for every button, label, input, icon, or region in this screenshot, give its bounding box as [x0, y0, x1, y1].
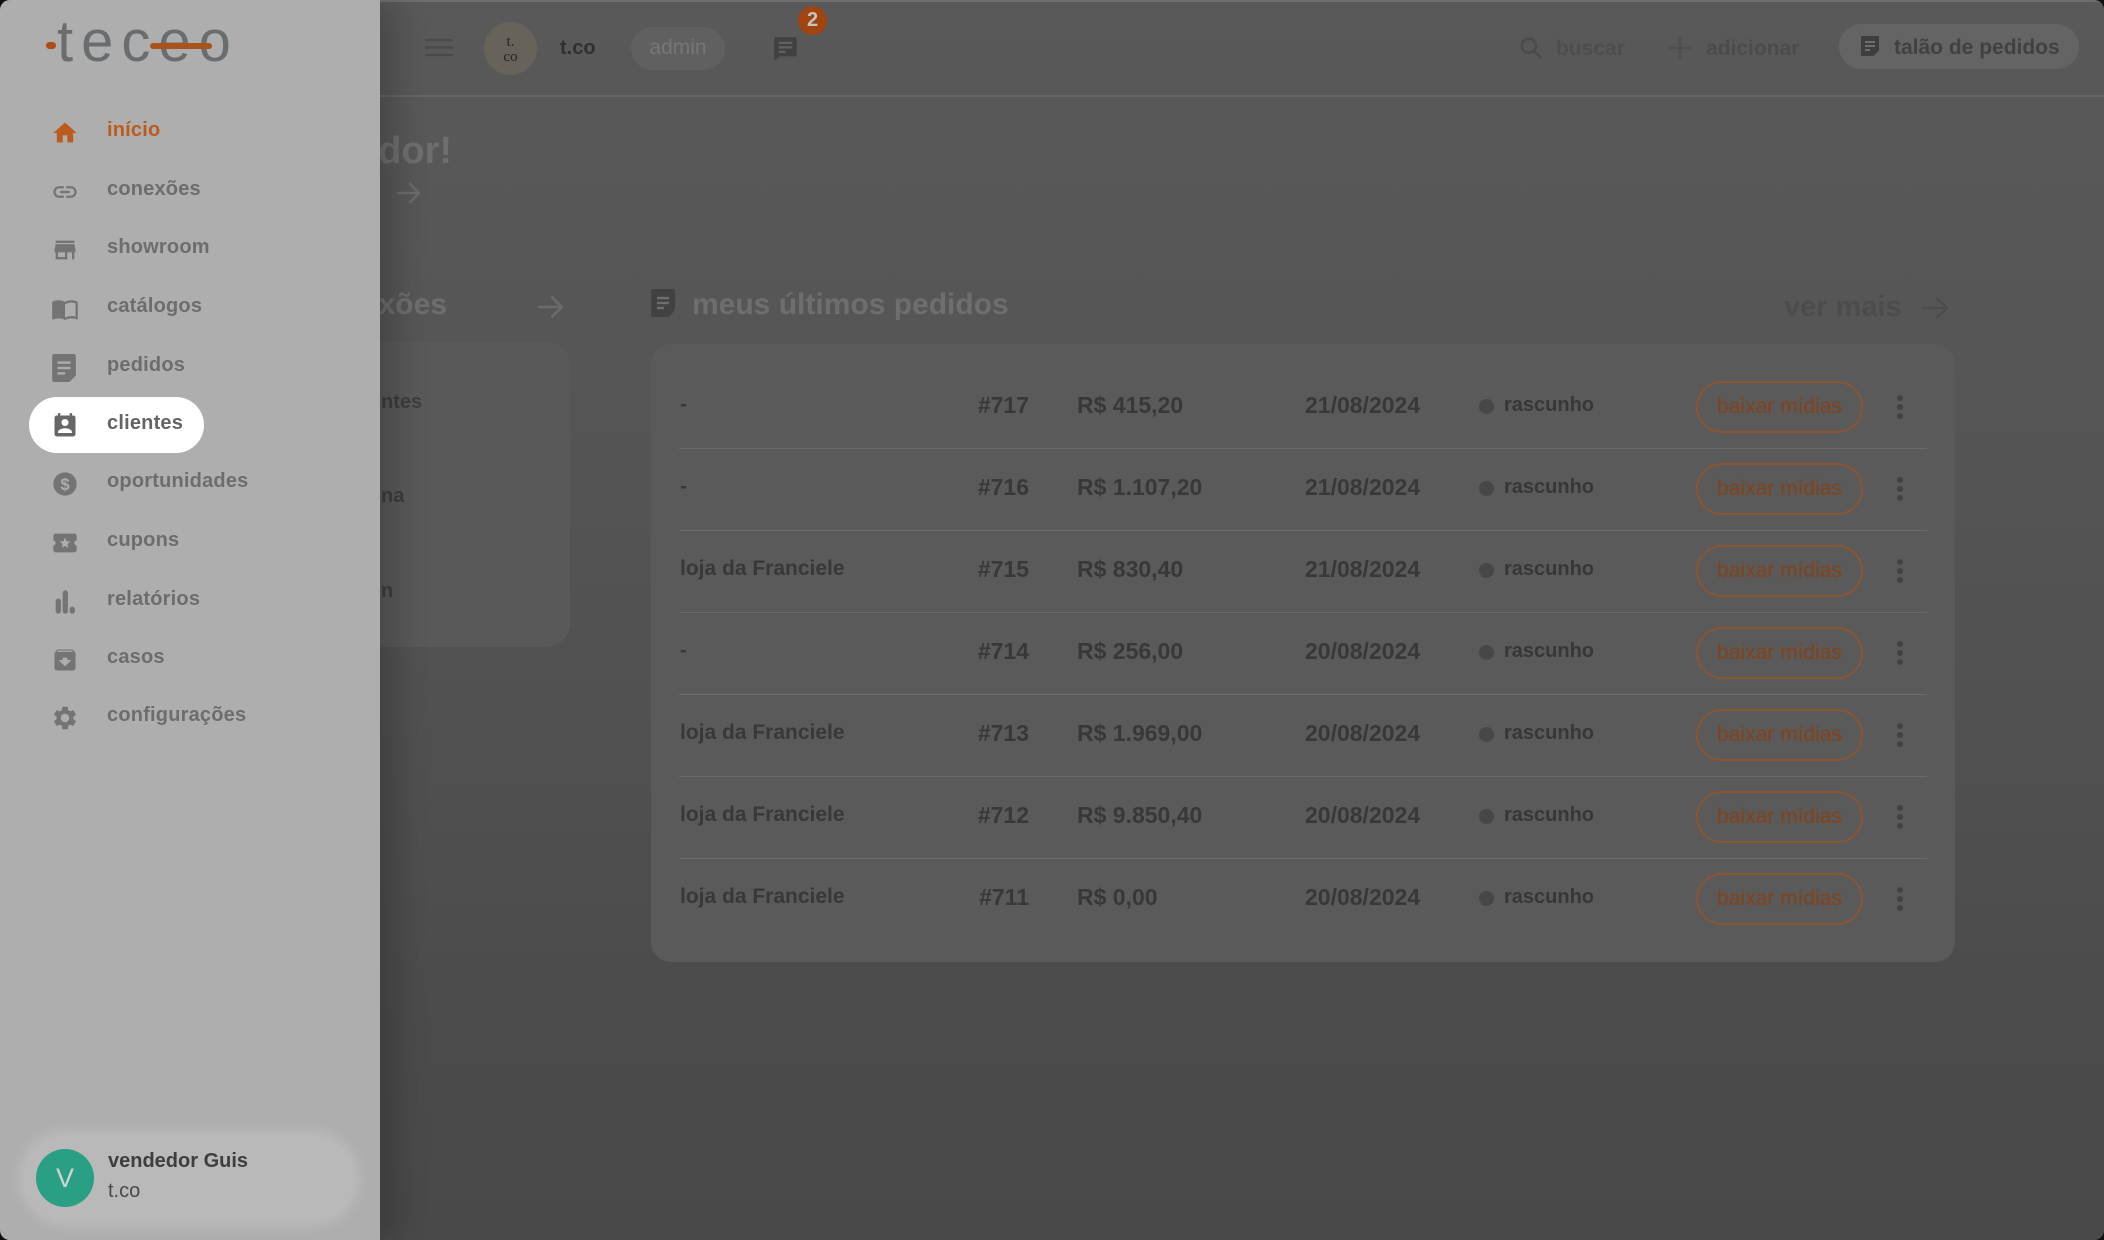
svg-text:$: $ [60, 476, 69, 494]
